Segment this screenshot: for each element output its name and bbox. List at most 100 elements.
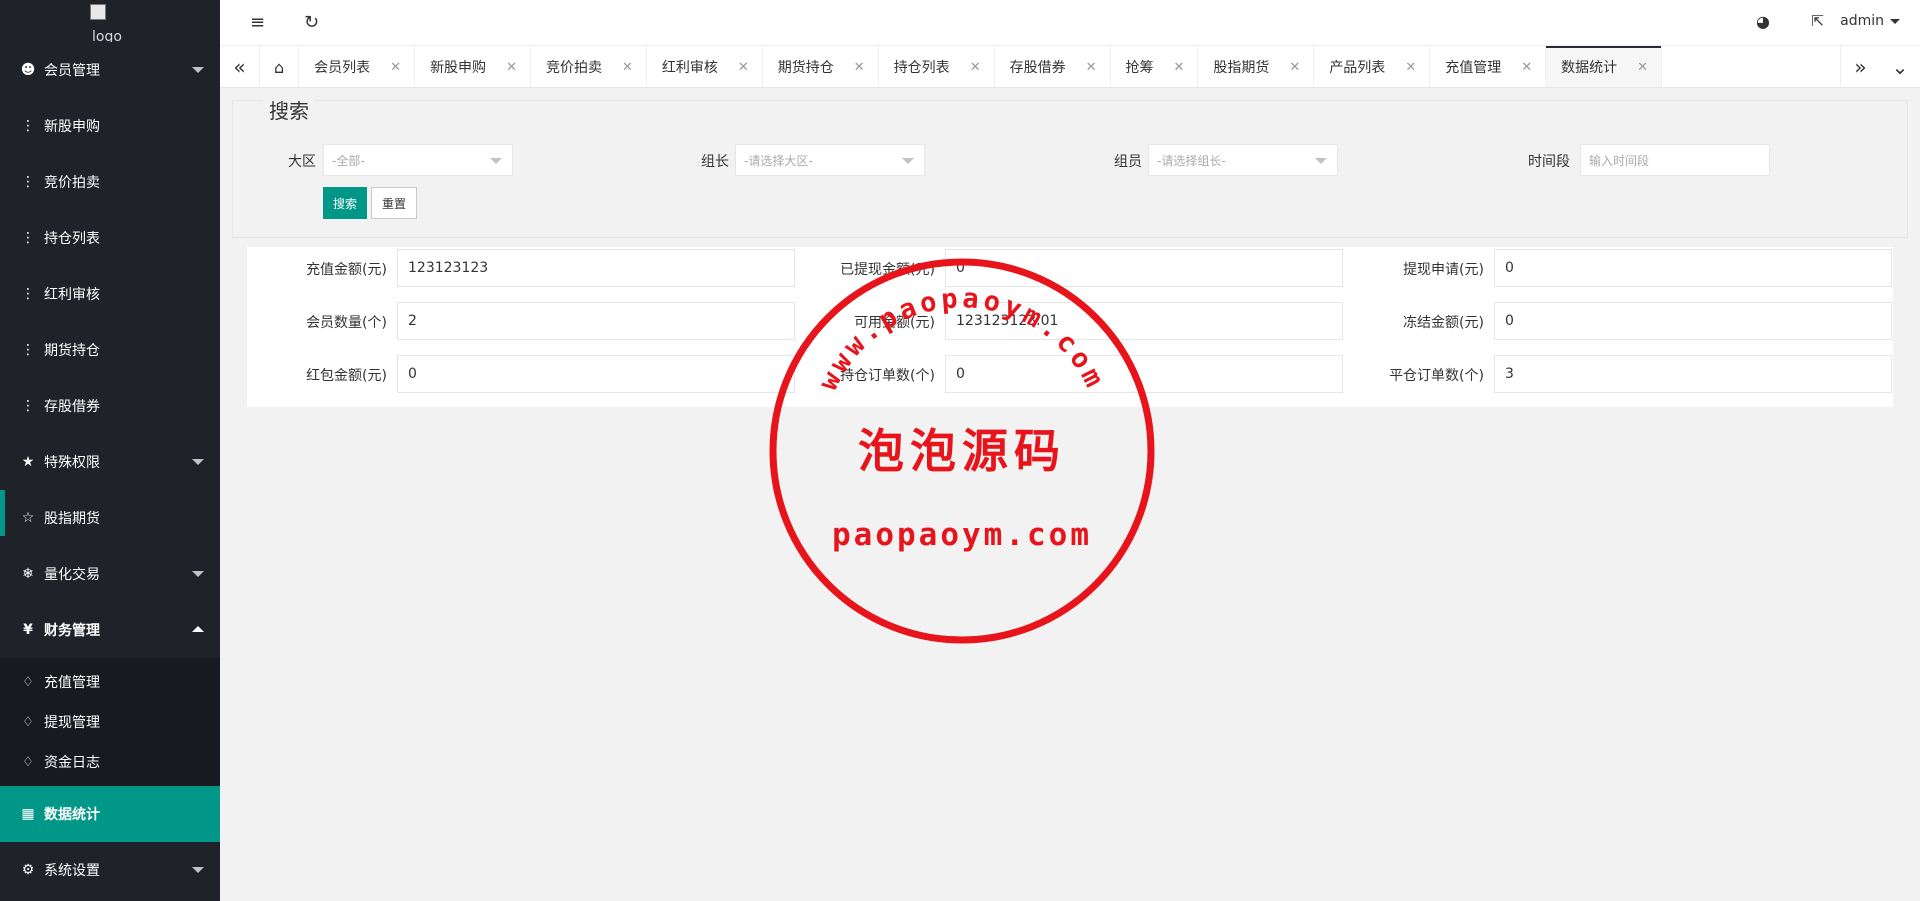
- main-content: 搜索 大区 -全部- 组长 -请选择大区- 组员 -请选择组长- 时间段 输入时…: [220, 88, 1920, 901]
- sidebar-item-index-futures[interactable]: ☆ 股指期货: [0, 490, 220, 546]
- closed-orders-label: 平仓订单数(个): [1389, 368, 1484, 384]
- diamond-icon: ♢: [22, 714, 34, 730]
- withdrawn-value: 0: [945, 249, 1343, 287]
- dots-icon: ⋮: [21, 174, 35, 190]
- region-select[interactable]: -全部-: [323, 144, 513, 176]
- tabs-scroll-left-icon[interactable]: «: [220, 46, 260, 88]
- close-icon[interactable]: ✕: [1521, 60, 1532, 75]
- sidebar-subitem-label: 提现管理: [44, 715, 100, 731]
- theme-palette-icon[interactable]: ◕: [1756, 12, 1770, 31]
- sidebar-subitem-label: 充值管理: [44, 675, 100, 691]
- tab-product-list[interactable]: 产品列表 ✕: [1314, 46, 1431, 87]
- diamond-icon: ♢: [22, 674, 34, 690]
- tab-label: 充值管理: [1445, 60, 1502, 76]
- available-label: 可用金额(元): [854, 315, 935, 331]
- tab-stock-lending[interactable]: 存股借券 ✕: [995, 46, 1111, 87]
- user-menu[interactable]: admin: [1840, 13, 1884, 29]
- reset-button[interactable]: 重置: [371, 187, 418, 219]
- region-label: 大区: [288, 154, 316, 170]
- sidebar-subitem-fund-log[interactable]: ♢ 资金日志: [0, 742, 220, 782]
- close-icon[interactable]: ✕: [1637, 60, 1648, 75]
- close-icon[interactable]: ✕: [738, 60, 749, 75]
- close-icon[interactable]: ✕: [506, 60, 517, 75]
- tab-label: 期货持仓: [777, 60, 834, 76]
- search-fieldset: 搜索 大区 -全部- 组长 -请选择大区- 组员 -请选择组长- 时间段 输入时…: [232, 95, 1908, 238]
- sidebar-item-label: 竞价拍卖: [44, 175, 100, 191]
- member-select[interactable]: -请选择组长-: [1148, 144, 1338, 176]
- sidebar-item-special-permissions[interactable]: ★ 特殊权限: [0, 434, 220, 490]
- open-orders-label: 持仓订单数(个): [840, 368, 935, 384]
- sidebar-item-dividend-review[interactable]: ⋮ 红利审核: [0, 266, 220, 322]
- finance-submenu: ♢ 充值管理 ♢ 提现管理 ♢ 资金日志: [0, 658, 220, 786]
- tab-index-futures[interactable]: 股指期货 ✕: [1198, 46, 1315, 87]
- chevron-down-icon: [192, 459, 204, 465]
- members-count-value: 2: [397, 302, 795, 340]
- tab-futures-positions[interactable]: 期货持仓 ✕: [763, 46, 879, 87]
- sidebar-item-label: 持仓列表: [44, 231, 100, 247]
- chevron-down-icon: [192, 571, 204, 577]
- close-icon[interactable]: ✕: [854, 60, 865, 75]
- statistics-panel: 充值金额(元) 123123123 已提现金额(元) 0 提现申请(元) 0 会…: [247, 247, 1893, 407]
- period-input[interactable]: 输入时间段: [1580, 144, 1770, 176]
- tab-recharge[interactable]: 充值管理 ✕: [1430, 46, 1547, 87]
- tab-member-list[interactable]: 会员列表 ✕: [299, 46, 416, 87]
- sidebar-item-stock-lending[interactable]: ⋮ 存股借券: [0, 378, 220, 434]
- close-icon[interactable]: ✕: [970, 60, 981, 75]
- snowflake-icon: ❄: [22, 566, 34, 582]
- tab-auction[interactable]: 竞价拍卖 ✕: [531, 46, 647, 87]
- sidebar-item-label: 量化交易: [44, 567, 100, 583]
- leader-select[interactable]: -请选择大区-: [735, 144, 925, 176]
- open-orders-value: 0: [945, 355, 1343, 393]
- calendar-icon: ▦: [21, 806, 35, 822]
- sidebar-item-auction[interactable]: ⋮ 竞价拍卖: [0, 154, 220, 210]
- sidebar-subitem-recharge[interactable]: ♢ 充值管理: [0, 662, 220, 702]
- tabs-dropdown-icon[interactable]: ⌄: [1880, 46, 1920, 88]
- redpacket-label: 红包金额(元): [306, 368, 387, 384]
- tab-rush-buy[interactable]: 抢筹 ✕: [1111, 46, 1199, 87]
- dots-icon: ⋮: [21, 118, 35, 134]
- tab-dividend-review[interactable]: 红利审核 ✕: [647, 46, 763, 87]
- sidebar-item-member-management[interactable]: ☻ 会员管理: [0, 42, 220, 98]
- tab-home-icon[interactable]: ⌂: [260, 46, 300, 87]
- close-icon[interactable]: ✕: [1405, 60, 1416, 75]
- sidebar-item-futures-positions[interactable]: ⋮ 期货持仓: [0, 322, 220, 378]
- close-icon[interactable]: ✕: [622, 60, 633, 75]
- caret-down-icon[interactable]: [1890, 19, 1900, 24]
- fullscreen-icon[interactable]: ⇱: [1811, 12, 1824, 30]
- tabs-scroll-right-icon[interactable]: »: [1840, 46, 1880, 88]
- sidebar-item-statistics[interactable]: ▦ 数据统计: [0, 786, 220, 842]
- sidebar-item-quant-trading[interactable]: ❄ 量化交易: [0, 546, 220, 602]
- redpacket-value: 0: [397, 355, 795, 393]
- tab-label: 数据统计: [1561, 60, 1618, 76]
- sidebar-item-system-settings[interactable]: ⚙ 系统设置: [0, 842, 220, 898]
- dots-icon: ⋮: [21, 286, 35, 302]
- search-button[interactable]: 搜索: [323, 187, 368, 219]
- withdrawn-label: 已提现金额(元): [840, 262, 935, 278]
- sidebar-subitem-withdraw[interactable]: ♢ 提现管理: [0, 702, 220, 742]
- menu-fold-icon[interactable]: ≡: [250, 12, 265, 33]
- tab-label: 存股借券: [1009, 60, 1066, 76]
- tab-ipo[interactable]: 新股申购 ✕: [415, 46, 531, 87]
- close-icon[interactable]: ✕: [390, 60, 401, 75]
- page-tabs: « ⌂ 会员列表 ✕ 新股申购 ✕ 竞价拍卖 ✕ 红利审核 ✕ 期货持仓 ✕ 持仓列表 ✕ …: [220, 46, 1920, 88]
- closed-orders-value: 3: [1494, 355, 1892, 393]
- period-input-placeholder: 输入时间段: [1589, 153, 1650, 168]
- sidebar-item-label: 系统设置: [44, 863, 100, 879]
- sidebar-item-ipo[interactable]: ⋮ 新股申购: [0, 98, 220, 154]
- recharge-value: 123123123: [397, 249, 795, 287]
- sidebar-item-finance[interactable]: ¥ 财务管理: [0, 602, 220, 658]
- close-icon[interactable]: ✕: [1086, 60, 1097, 75]
- close-icon[interactable]: ✕: [1289, 60, 1300, 75]
- refresh-icon[interactable]: ↻: [304, 12, 319, 33]
- user-icon: ☻: [20, 62, 36, 78]
- tab-label: 会员列表: [314, 60, 371, 76]
- logo[interactable]: logo: [0, 0, 220, 42]
- tab-label: 股指期货: [1213, 60, 1270, 76]
- sidebar-item-positions[interactable]: ⋮ 持仓列表: [0, 210, 220, 266]
- close-icon[interactable]: ✕: [1174, 60, 1185, 75]
- tab-positions[interactable]: 持仓列表 ✕: [879, 46, 995, 87]
- tab-label: 新股申购: [430, 60, 487, 76]
- tab-statistics[interactable]: 数据统计 ✕: [1546, 46, 1663, 87]
- leader-label: 组长: [701, 154, 729, 170]
- tab-label: 持仓列表: [893, 60, 950, 76]
